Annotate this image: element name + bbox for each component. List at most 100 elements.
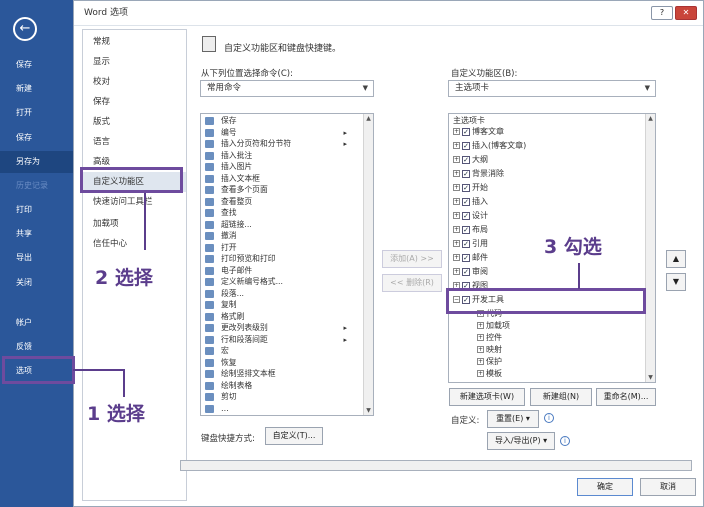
ribbon-tabs-dropdown[interactable]: 主选项卡 ▼ [448,80,656,97]
command-item[interactable]: 绘制竖排文本框 [201,369,351,380]
expand-icon[interactable]: + [453,142,460,149]
nav-item[interactable]: 保存 [83,92,186,112]
ribbon-group-item[interactable]: + 模板 [477,367,502,381]
backstage-item[interactable]: 共享 [0,223,73,245]
ribbon-tab-item[interactable]: + ✓ 邮件 [453,251,488,265]
expand-icon[interactable]: + [453,254,460,261]
checkbox-icon[interactable]: ✓ [462,253,470,262]
expand-icon[interactable]: + [453,240,460,247]
nav-item[interactable]: 快速访问工具栏 [83,192,186,212]
ribbon-tab-item[interactable]: + ✓ 引用 [453,237,488,251]
command-item[interactable]: 格式刷 [201,312,351,323]
expand-icon[interactable]: + [453,268,460,275]
new-tab-button[interactable]: 新建选项卡(W) [449,388,525,406]
expand-icon[interactable]: + [453,226,460,233]
help-button[interactable]: ? [651,6,673,20]
expand-icon[interactable]: + [453,156,460,163]
checkbox-icon[interactable]: ✓ [462,155,470,164]
command-item[interactable]: 查看多个页面 [201,185,351,196]
command-item[interactable]: 超链接... [201,220,351,231]
command-item[interactable]: 撤消 [201,231,351,242]
expand-icon[interactable]: + [477,322,484,329]
back-arrow-icon[interactable]: ← [13,17,37,41]
scroll-up-icon[interactable]: ▲ [364,114,373,123]
checkbox-icon[interactable]: ✓ [462,267,470,276]
cancel-button[interactable]: 取消 [640,478,696,496]
checkbox-icon[interactable]: ✓ [462,169,470,178]
expand-icon[interactable]: + [453,128,460,135]
expand-icon[interactable]: + [477,334,484,341]
reset-button[interactable]: 重置(E) ▾ [487,410,539,428]
remove-button[interactable]: << 删除(R) [382,274,442,292]
backstage-item[interactable]: 帐户 [0,312,73,334]
backstage-item[interactable]: 导出 [0,247,73,269]
nav-item[interactable]: 常规 [83,32,186,52]
ribbon-tab-item[interactable]: + ✓ 博客文章 [453,125,504,139]
checkbox-icon[interactable]: ✓ [462,127,470,136]
command-item[interactable]: 行和段落间距 ▸ [201,335,351,346]
command-item[interactable]: 编号 ▸ [201,128,351,139]
scroll-down-icon[interactable]: ▼ [646,373,655,382]
command-item[interactable]: 宏 [201,346,351,357]
move-down-button[interactable]: ▼ [666,273,686,291]
expand-icon[interactable]: + [453,184,460,191]
nav-item[interactable]: 版式 [83,112,186,132]
expand-icon[interactable]: + [477,346,484,353]
checkbox-icon[interactable]: ✓ [462,211,470,220]
close-button[interactable]: ✕ [675,6,697,20]
move-up-button[interactable]: ▲ [666,250,686,268]
ribbon-tab-item[interactable]: + ✓ 设计 [453,209,488,223]
command-item[interactable]: 复制 [201,300,351,311]
command-item[interactable]: 电子邮件 [201,266,351,277]
command-item[interactable]: 段落... [201,289,351,300]
expand-icon[interactable]: + [477,358,484,365]
backstage-item[interactable]: 另存为 [0,151,73,173]
rename-button[interactable]: 重命名(M)... [596,388,656,406]
nav-item[interactable]: 加载项 [83,214,186,234]
expand-icon[interactable]: + [477,370,484,377]
ribbon-tab-item[interactable]: + ✓ 审阅 [453,265,488,279]
expand-icon[interactable]: + [453,170,460,177]
command-item[interactable]: 插入文本框 [201,174,351,185]
commands-list[interactable]: 保存 编号 ▸ 插入分页符和分节符 ▸ 插入批注 插入图片 插入文本框 查看多个页面 查看整页 查找… [200,113,374,416]
command-item[interactable]: 打印预览和打印 [201,254,351,265]
add-button[interactable]: 添加(A) >> [382,250,442,268]
ribbon-tab-item[interactable]: + ✓ 布局 [453,223,488,237]
import-export-button[interactable]: 导入/导出(P) ▾ [487,432,555,450]
command-item[interactable]: 查找 [201,208,351,219]
command-item[interactable]: 插入分页符和分节符 ▸ [201,139,351,150]
checkbox-icon[interactable]: ✓ [462,197,470,206]
ribbon-tab-item[interactable]: + ✓ 开始 [453,181,488,195]
command-item[interactable]: 定义新编号格式... [201,277,351,288]
checkbox-icon[interactable]: ✓ [462,141,470,150]
checkbox-icon[interactable]: ✓ [462,239,470,248]
expand-icon[interactable]: + [453,212,460,219]
expand-icon[interactable]: + [453,198,460,205]
keyboard-customize-button[interactable]: 自定义(T)... [265,427,323,445]
nav-item[interactable]: 语言 [83,132,186,152]
backstage-item[interactable]: 打开 [0,102,73,124]
backstage-item[interactable]: 保存 [0,54,73,76]
ribbon-tab-item[interactable]: + ✓ 背景消除 [453,167,504,181]
ok-button[interactable]: 确定 [577,478,633,496]
backstage-item[interactable]: 历史记录 [0,175,73,197]
backstage-item[interactable]: 新建 [0,78,73,100]
new-group-button[interactable]: 新建组(N) [530,388,592,406]
nav-item[interactable]: 显示 [83,52,186,72]
command-item[interactable]: 插入批注 [201,151,351,162]
backstage-item[interactable]: 反馈 [0,336,73,358]
backstage-item[interactable]: 打印 [0,199,73,221]
nav-item[interactable]: 信任中心 [83,234,186,254]
ribbon-tab-item[interactable]: + ✓ 大纲 [453,153,488,167]
command-item[interactable]: 打开 [201,243,351,254]
command-item[interactable]: 绘制表格 [201,381,351,392]
scroll-up-icon[interactable]: ▲ [646,114,655,123]
commands-scrollbar[interactable]: ▲ ▼ [363,114,373,415]
command-item[interactable]: 剪切 [201,392,351,403]
backstage-item[interactable]: 关闭 [0,272,73,294]
command-item[interactable]: 恢复 [201,358,351,369]
command-item[interactable]: 插入图片 [201,162,351,173]
checkbox-icon[interactable]: ✓ [462,225,470,234]
scroll-down-icon[interactable]: ▼ [364,406,373,415]
command-item[interactable]: 更改列表级别 ▸ [201,323,351,334]
